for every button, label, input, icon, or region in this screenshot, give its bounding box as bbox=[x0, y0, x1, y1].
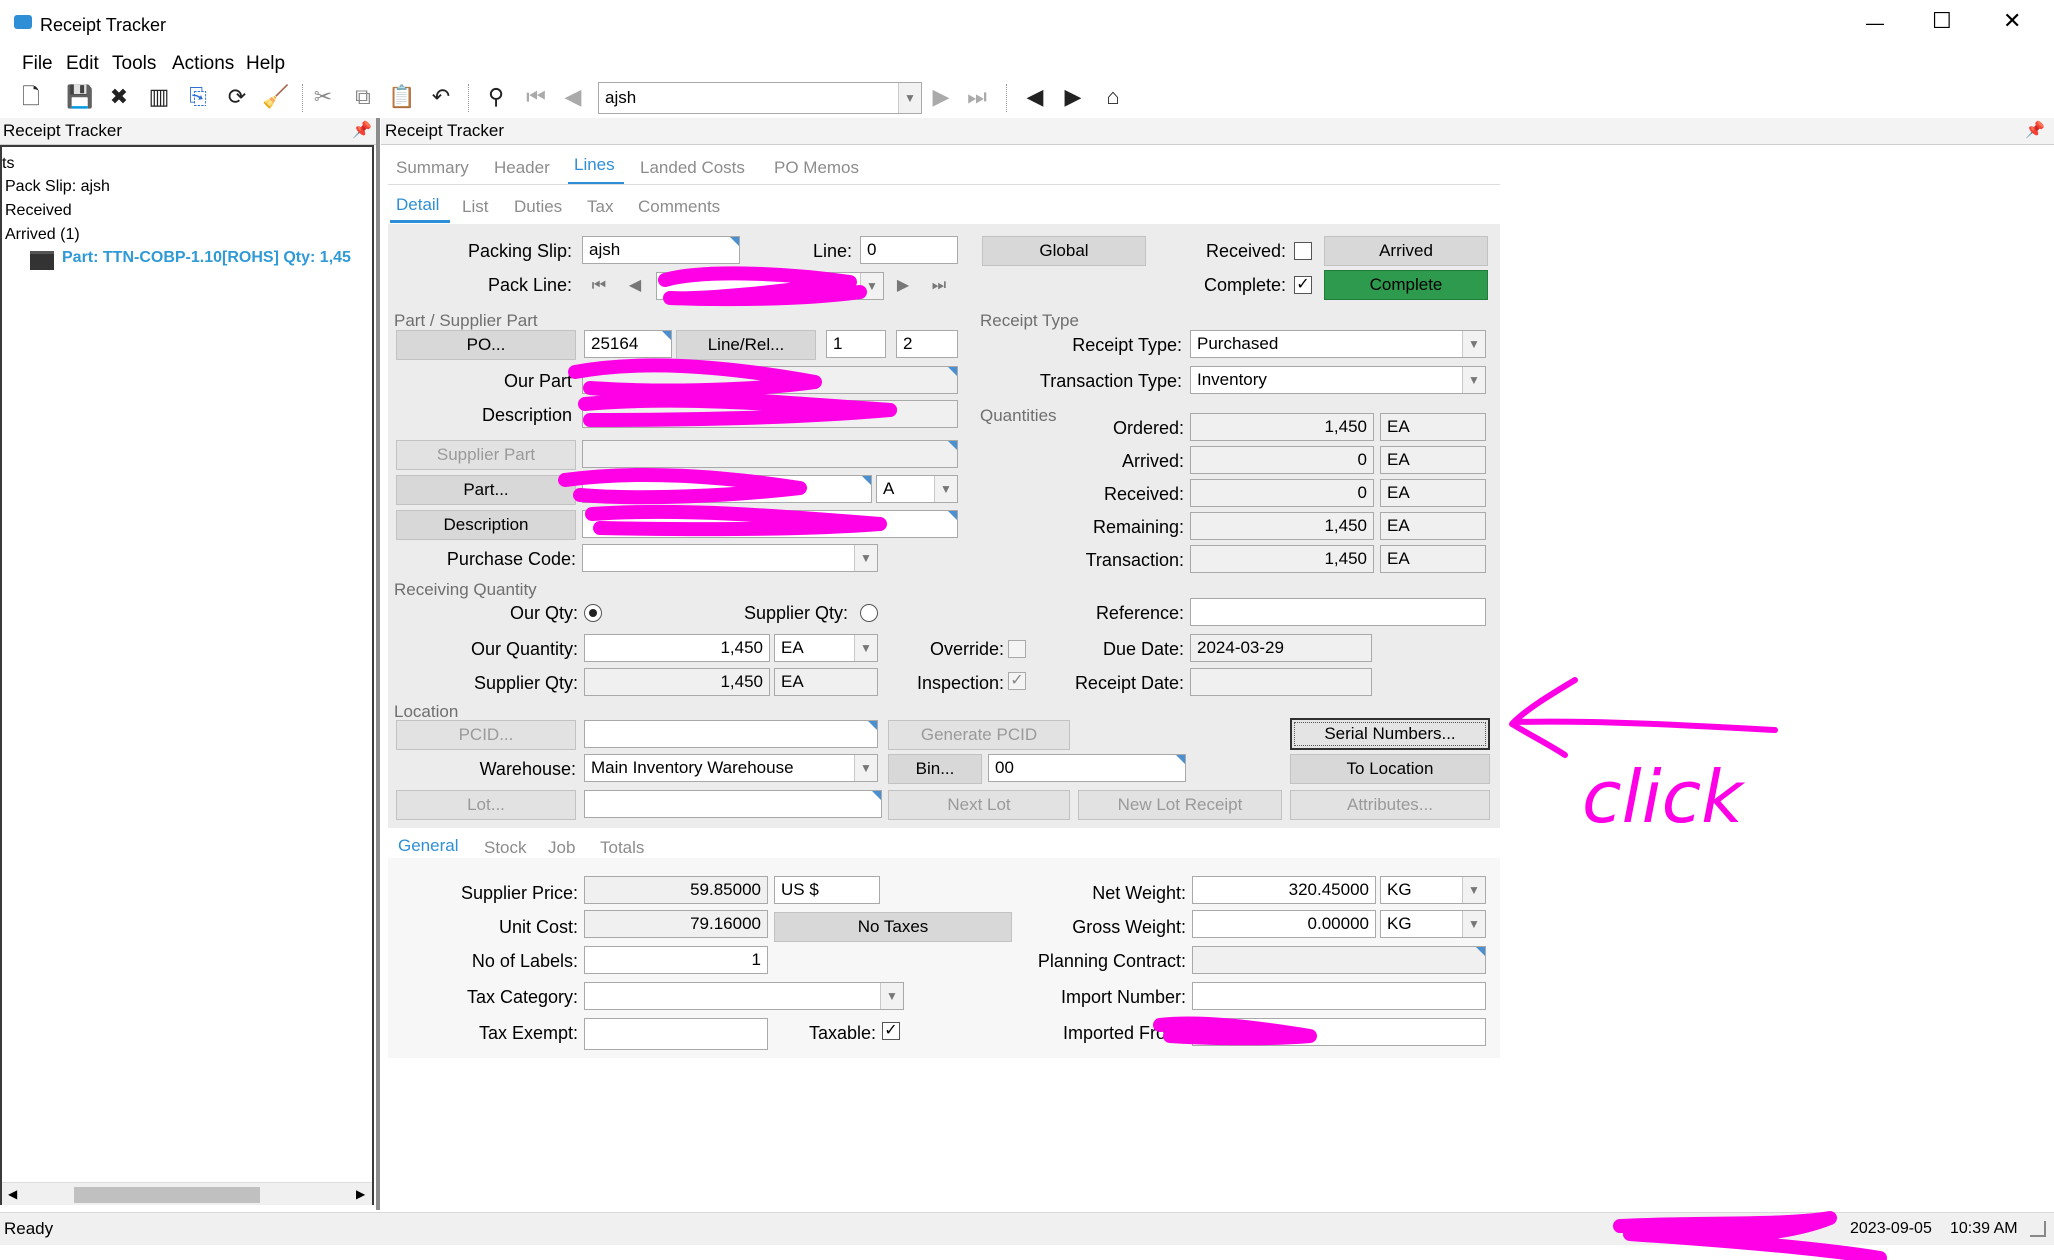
click-annotation: click bbox=[1509, 677, 1778, 839]
annotation-arrow-head bbox=[1509, 677, 1578, 758]
redaction-scribble bbox=[1613, 1211, 1887, 1260]
annotation-text: click bbox=[1582, 755, 1746, 839]
redaction-scribble bbox=[1153, 1016, 1317, 1046]
redaction-scribble bbox=[558, 467, 807, 505]
redaction-scribble bbox=[578, 393, 897, 427]
annotation-arrow-shaft bbox=[1512, 718, 1778, 733]
redaction-scribble bbox=[658, 266, 867, 307]
annotation-overlay: click bbox=[558, 266, 1887, 1260]
redaction-scribble bbox=[585, 504, 887, 537]
